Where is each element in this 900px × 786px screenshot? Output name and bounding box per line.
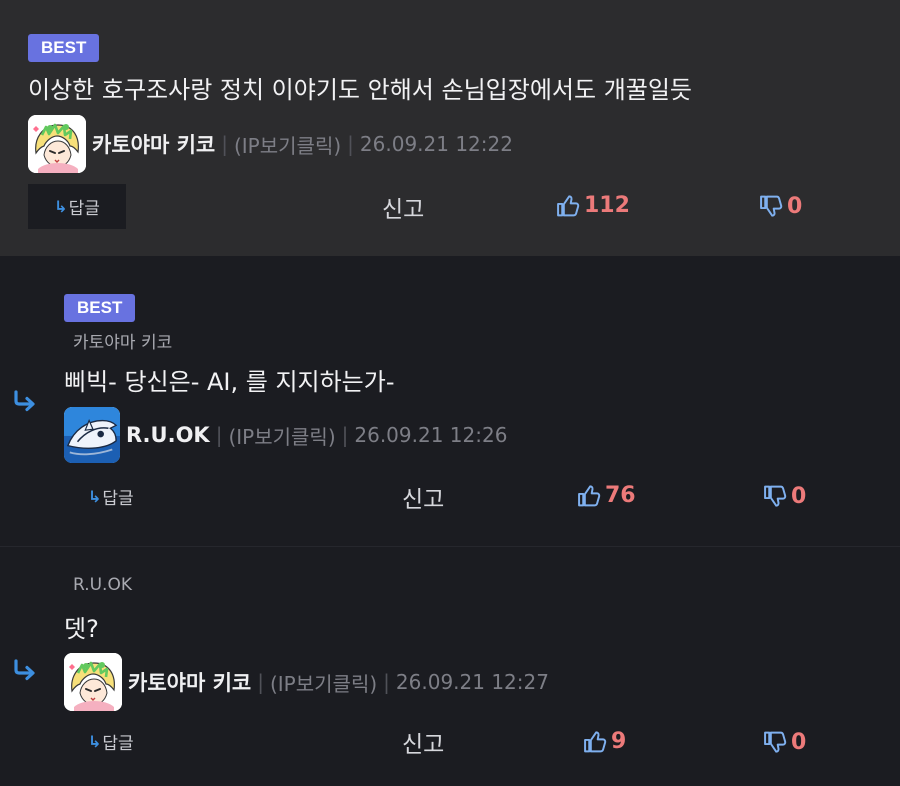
reply-target-name[interactable]: 카토야마 키코 <box>73 328 172 353</box>
reply-arrow-icon: ↳ <box>88 732 102 751</box>
comment-best-1: BEST 이상한 호구조사랑 정치 이야기도 안해서 손님입장에서도 개꿀일듯 … <box>0 0 900 256</box>
dislike-count: 0 <box>791 484 807 509</box>
reply-label: 답글 <box>102 489 134 509</box>
report-button[interactable]: 신고 <box>402 480 444 514</box>
reply-indent-icon <box>12 390 38 412</box>
reply-button[interactable]: ↳ 답글 <box>88 484 134 509</box>
like-count: 112 <box>584 193 630 218</box>
reply-button[interactable]: ↳ 답글 <box>28 184 126 229</box>
reply-label: 답글 <box>68 199 100 219</box>
thumbs-up-icon <box>583 729 608 754</box>
comment-best-2: BEST 카토야마 키코 삐빅- 당신은- AI, 를 지지하는가- R.U.O… <box>0 256 900 546</box>
thumbs-down-icon <box>763 484 788 509</box>
reply-arrow-icon: ↳ <box>54 197 68 216</box>
avatar[interactable] <box>64 653 122 711</box>
comment-date: 26.09.21 12:26 <box>354 423 508 447</box>
like-button[interactable]: 76 <box>577 483 636 508</box>
avatar[interactable] <box>64 407 120 463</box>
comment-reply-3: R.U.OK 뎃? 카토야마 키코 | (IP보기클릭) | 26.09.21 … <box>0 546 900 786</box>
thumbs-down-icon <box>759 194 784 219</box>
best-badge: BEST <box>28 34 100 62</box>
like-button[interactable]: 112 <box>556 193 630 218</box>
reply-label: 답글 <box>102 734 134 754</box>
thumbs-down-icon <box>763 730 788 755</box>
ip-view-link[interactable]: (IP보기클릭) <box>270 668 377 697</box>
comment-author-row: R.U.OK | (IP보기클릭) | 26.09.21 12:26 <box>64 406 507 464</box>
author-name[interactable]: R.U.OK <box>126 423 210 447</box>
avatar[interactable] <box>28 115 86 173</box>
comment-text: 뎃? <box>64 615 99 643</box>
like-count: 76 <box>605 483 636 508</box>
comment-author-row: 카토야마 키코 | (IP보기클릭) | 26.09.21 12:27 <box>64 653 549 711</box>
comment-text: 삐빅- 당신은- AI, 를 지지하는가- <box>64 368 395 396</box>
divider: | <box>347 132 354 156</box>
divider: | <box>383 670 390 694</box>
dislike-count: 0 <box>787 194 803 219</box>
ip-view-link[interactable]: (IP보기클릭) <box>228 421 335 450</box>
dislike-button[interactable]: 0 <box>759 194 802 219</box>
like-button[interactable]: 9 <box>583 729 626 754</box>
thumbs-up-icon <box>577 483 602 508</box>
comment-text: 이상한 호구조사랑 정치 이야기도 안해서 손님입장에서도 개꿀일듯 <box>28 76 693 104</box>
thumbs-up-icon <box>556 193 581 218</box>
ip-view-link[interactable]: (IP보기클릭) <box>234 130 341 159</box>
report-button[interactable]: 신고 <box>382 190 424 224</box>
divider: | <box>215 423 223 447</box>
like-count: 9 <box>611 729 627 754</box>
comment-date: 26.09.21 12:22 <box>359 132 513 156</box>
divider: | <box>341 423 349 447</box>
reply-indent-icon <box>12 659 38 681</box>
author-name[interactable]: 카토야마 키코 <box>128 667 251 697</box>
reply-target-name[interactable]: R.U.OK <box>73 575 132 595</box>
reply-button[interactable]: ↳ 답글 <box>88 729 134 754</box>
divider: | <box>257 670 264 694</box>
author-name[interactable]: 카토야마 키코 <box>92 129 215 159</box>
reply-arrow-icon: ↳ <box>88 487 102 506</box>
divider: | <box>221 132 228 156</box>
dislike-button[interactable]: 0 <box>763 730 806 755</box>
comment-author-row: 카토야마 키코 | (IP보기클릭) | 26.09.21 12:22 <box>28 115 513 173</box>
report-button[interactable]: 신고 <box>402 725 444 759</box>
comment-date: 26.09.21 12:27 <box>395 670 549 694</box>
best-badge: BEST <box>64 294 136 322</box>
dislike-button[interactable]: 0 <box>763 484 806 509</box>
dislike-count: 0 <box>791 730 807 755</box>
